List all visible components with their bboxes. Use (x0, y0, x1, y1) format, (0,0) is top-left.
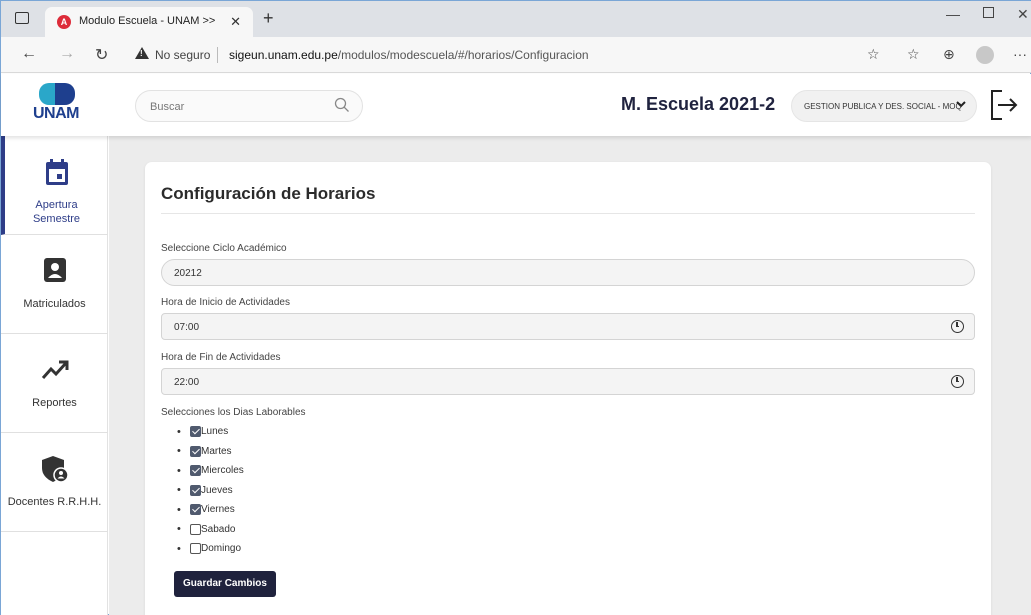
sidebar-item-label: Matriculados (23, 298, 86, 310)
calendar-icon (5, 158, 108, 186)
fin-time-input[interactable]: 22:00 (161, 368, 975, 395)
sidebar-item-reportes[interactable]: Reportes (1, 334, 108, 433)
favorite-add-icon[interactable]: ☆ (867, 46, 880, 63)
sidebar-item-label: Apertura Semestre (32, 199, 81, 225)
day-label: Sabado (201, 523, 236, 535)
close-window-icon[interactable]: ✕ (1017, 6, 1029, 23)
divider (217, 47, 218, 63)
app-header: UNAM Buscar M. Escuela 2021-2 GESTION PU… (1, 74, 1031, 136)
fin-value: 22:00 (174, 377, 200, 388)
security-status[interactable]: No seguro (155, 48, 210, 62)
browser-tab[interactable]: A Modulo Escuela - UNAM >> ✕ (45, 7, 253, 37)
sidebar-item-apertura-semestre[interactable]: Apertura Semestre (1, 136, 108, 235)
school-select-value: GESTION PUBLICA Y DES. SOCIAL - MOQ (804, 102, 962, 111)
warning-icon[interactable] (135, 47, 149, 59)
sidebar: Apertura Semestre Matriculados Reportes … (1, 136, 108, 615)
sidebar-item-matriculados[interactable]: Matriculados (1, 235, 108, 334)
day-label: Jueves (201, 484, 233, 496)
list-item: Sabado (177, 520, 244, 540)
inicio-time-input[interactable]: 07:00 (161, 313, 975, 340)
new-tab-icon[interactable]: + (263, 8, 274, 29)
clock-icon[interactable] (951, 320, 964, 333)
save-button[interactable]: Guardar Cambios (174, 571, 276, 597)
logout-icon[interactable] (989, 88, 1019, 122)
more-icon[interactable]: ··· (1013, 46, 1027, 62)
checkbox-martes[interactable] (190, 445, 201, 457)
url-path: /modulos/modescuela/#/horarios/Configura… (337, 48, 589, 62)
dias-list: Lunes Martes Miercoles Jueves Viernes Sa… (177, 422, 244, 559)
list-item: Domingo (177, 539, 244, 559)
window-menu-icon[interactable] (15, 12, 29, 24)
day-label: Martes (201, 445, 232, 457)
inicio-label: Hora de Inicio de Actividades (161, 297, 290, 308)
ciclo-label: Seleccione Ciclo Académico (161, 243, 287, 254)
search-placeholder: Buscar (150, 101, 185, 113)
forward-icon[interactable]: → (59, 45, 75, 63)
address-bar: ← → ↻ No seguro sigeun.unam.edu.pe/modul… (1, 37, 1031, 73)
checkbox-viernes[interactable] (190, 504, 201, 516)
sidebar-item-label: Docentes R.R.H.H. (7, 496, 102, 508)
trending-up-icon (1, 356, 108, 384)
dias-label: Selecciones los Dias Laborables (161, 407, 306, 418)
unam-logo[interactable]: UNAM (29, 83, 89, 127)
chevron-down-icon (956, 99, 966, 112)
day-label: Miercoles (201, 465, 244, 477)
close-tab-icon[interactable]: ✕ (230, 14, 241, 30)
collections-icon[interactable]: ⊕ (943, 46, 955, 63)
search-icon[interactable] (334, 97, 350, 117)
day-label: Domingo (201, 543, 242, 555)
id-card-icon (1, 257, 108, 285)
back-icon[interactable]: ← (21, 45, 37, 63)
browser-tabbar: A Modulo Escuela - UNAM >> ✕ + — ✕ (1, 1, 1031, 37)
minimize-icon[interactable]: — (946, 6, 960, 22)
day-label: Lunes (201, 426, 229, 438)
url-field[interactable]: sigeun.unam.edu.pe/modulos/modescuela/#/… (229, 48, 589, 62)
ciclo-select[interactable]: 20212 (161, 259, 975, 286)
shield-user-icon (1, 455, 108, 483)
fin-label: Hora de Fin de Actividades (161, 352, 281, 363)
logo-text: UNAM (33, 105, 80, 122)
search-input[interactable]: Buscar (135, 90, 363, 122)
list-item: Lunes (177, 422, 244, 442)
checkbox-jueves[interactable] (190, 484, 201, 496)
page-brand-title: M. Escuela 2021-2 (621, 94, 776, 114)
config-card: Configuración de Horarios Seleccione Cic… (145, 162, 991, 615)
sidebar-item-label: Reportes (32, 397, 77, 409)
checkbox-lunes[interactable] (190, 426, 201, 438)
favorites-icon[interactable]: ☆ (907, 46, 920, 63)
checkbox-miercoles[interactable] (190, 465, 201, 477)
checkbox-sabado[interactable] (190, 523, 201, 535)
list-item: Martes (177, 442, 244, 462)
sidebar-item-docentes[interactable]: Docentes R.R.H.H. (1, 433, 108, 532)
ciclo-value: 20212 (174, 268, 202, 279)
list-item: Jueves (177, 481, 244, 501)
clock-icon[interactable] (951, 375, 964, 388)
inicio-value: 07:00 (174, 322, 200, 333)
divider (161, 213, 975, 214)
checkbox-domingo[interactable] (190, 543, 201, 555)
profile-avatar[interactable] (976, 46, 994, 64)
school-select[interactable]: GESTION PUBLICA Y DES. SOCIAL - MOQ (791, 90, 977, 122)
reload-icon[interactable]: ↻ (95, 45, 108, 65)
page-title: Configuración de Horarios (161, 184, 376, 203)
url-host: sigeun.unam.edu.pe (229, 48, 338, 62)
list-item: Viernes (177, 500, 244, 520)
list-item: Miercoles (177, 461, 244, 481)
main-content: Configuración de Horarios Seleccione Cic… (109, 136, 1031, 615)
angular-icon: A (57, 15, 71, 29)
logo-shape (55, 83, 75, 105)
day-label: Viernes (201, 504, 235, 516)
tab-title: Modulo Escuela - UNAM >> (79, 15, 216, 27)
maximize-icon[interactable] (983, 7, 994, 18)
